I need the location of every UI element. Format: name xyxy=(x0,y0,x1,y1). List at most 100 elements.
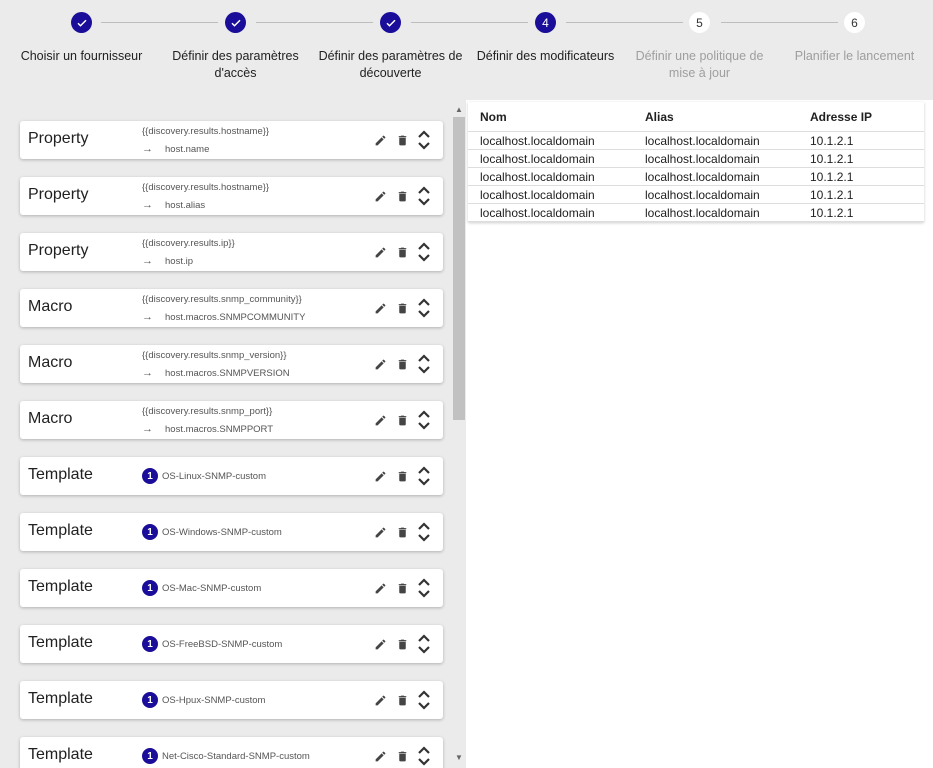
trash-icon[interactable] xyxy=(391,298,413,318)
unfold-icon[interactable] xyxy=(413,298,435,318)
modifier-actions xyxy=(369,690,435,710)
trash-icon[interactable] xyxy=(391,634,413,654)
modifier-card[interactable]: Template 1 OS-Mac-SNMP-custom xyxy=(20,569,443,607)
table-body: localhost.localdomain localhost.localdoma… xyxy=(468,132,924,222)
scroll-down-arrow[interactable]: ▼ xyxy=(455,753,463,762)
table-header: Nom Alias Adresse IP xyxy=(468,102,924,132)
modifier-card[interactable]: Macro {{discovery.results.snmp_community}… xyxy=(20,289,443,327)
unfold-icon[interactable] xyxy=(413,522,435,542)
pencil-icon[interactable] xyxy=(369,746,391,766)
cell-alias: localhost.localdomain xyxy=(645,205,760,220)
unfold-icon[interactable] xyxy=(413,578,435,598)
step-3[interactable]: Définir des paramètres de découverte xyxy=(313,12,468,82)
modifier-card[interactable]: Property {{discovery.results.ip}} → host.ip xyxy=(20,233,443,271)
modifier-card[interactable]: Template 1 OS-Hpux-SNMP-custom xyxy=(20,681,443,719)
modifier-type: Property xyxy=(28,130,89,147)
template-name: Net-Cisco-Standard-SNMP-custom xyxy=(162,750,310,762)
pencil-icon[interactable] xyxy=(369,410,391,430)
modifier-card[interactable]: Template 1 OS-Windows-SNMP-custom xyxy=(20,513,443,551)
step-6[interactable]: 6 Planifier le lancement xyxy=(777,12,932,65)
modifier-template: 1 OS-Linux-SNMP-custom xyxy=(142,468,266,484)
check-icon xyxy=(225,12,246,33)
trash-icon[interactable] xyxy=(391,746,413,766)
modifier-source: {{discovery.results.snmp_community}} xyxy=(142,294,302,305)
pencil-icon[interactable] xyxy=(369,186,391,206)
modifier-card[interactable]: Template 1 OS-Linux-SNMP-custom xyxy=(20,457,443,495)
pencil-icon[interactable] xyxy=(369,354,391,374)
template-name: OS-Hpux-SNMP-custom xyxy=(162,694,266,706)
modifier-type: Template xyxy=(28,746,93,763)
modifier-template: 1 Net-Cisco-Standard-SNMP-custom xyxy=(142,748,310,764)
modifier-card[interactable]: Template 1 OS-FreeBSD-SNMP-custom xyxy=(20,625,443,663)
modifier-actions xyxy=(369,242,435,262)
unfold-icon[interactable] xyxy=(413,410,435,430)
column-header-alias[interactable]: Alias xyxy=(633,110,798,124)
cell-alias: localhost.localdomain xyxy=(645,133,760,148)
unfold-icon[interactable] xyxy=(413,466,435,486)
pencil-icon[interactable] xyxy=(369,578,391,598)
cell-nom: localhost.localdomain xyxy=(480,151,595,166)
modifier-card[interactable]: Property {{discovery.results.hostname}} → h… xyxy=(20,177,443,215)
step-1[interactable]: Choisir un fournisseur xyxy=(4,12,159,65)
unfold-icon[interactable] xyxy=(413,186,435,206)
modifier-list: Property {{discovery.results.hostname}} → h… xyxy=(0,100,466,768)
modifier-template: 1 OS-Windows-SNMP-custom xyxy=(142,524,282,540)
pencil-icon[interactable] xyxy=(369,242,391,262)
pencil-icon[interactable] xyxy=(369,466,391,486)
table-row[interactable]: localhost.localdomain localhost.localdoma… xyxy=(468,204,924,222)
arrow-right-icon: → xyxy=(142,423,153,435)
pencil-icon[interactable] xyxy=(369,634,391,654)
unfold-icon[interactable] xyxy=(413,130,435,150)
modifier-card[interactable]: Property {{discovery.results.hostname}} → h… xyxy=(20,121,443,159)
unfold-icon[interactable] xyxy=(413,242,435,262)
trash-icon[interactable] xyxy=(391,466,413,486)
step-4[interactable]: 4 Définir des modificateurs xyxy=(468,12,623,65)
trash-icon[interactable] xyxy=(391,186,413,206)
trash-icon[interactable] xyxy=(391,522,413,542)
modifier-type: Property xyxy=(28,186,89,203)
trash-icon[interactable] xyxy=(391,690,413,710)
arrow-right-icon: → xyxy=(142,311,153,323)
unfold-icon[interactable] xyxy=(413,634,435,654)
step-5[interactable]: 5 Définir une politique de mise à jour xyxy=(622,12,777,82)
trash-icon[interactable] xyxy=(391,130,413,150)
column-header-nom[interactable]: Nom xyxy=(468,110,633,124)
modifier-card[interactable]: Macro {{discovery.results.snmp_version}} →… xyxy=(20,345,443,383)
scroll-up-arrow[interactable]: ▲ xyxy=(455,105,463,114)
trash-icon[interactable] xyxy=(391,578,413,598)
template-count-badge: 1 xyxy=(142,580,158,596)
modifier-actions xyxy=(369,298,435,318)
modifier-card[interactable]: Macro {{discovery.results.snmp_port}} → hos… xyxy=(20,401,443,439)
modifier-source: {{discovery.results.hostname}} xyxy=(142,182,270,193)
column-header-ip[interactable]: Adresse IP xyxy=(798,110,924,124)
scroll-thumb[interactable] xyxy=(453,117,465,420)
table-row[interactable]: localhost.localdomain localhost.localdoma… xyxy=(468,150,924,168)
trash-icon[interactable] xyxy=(391,242,413,262)
scrollbar[interactable]: ▲ ▼ xyxy=(451,103,466,768)
pencil-icon[interactable] xyxy=(369,298,391,318)
step-2[interactable]: Définir des paramètres d'accès xyxy=(158,12,313,82)
template-count-badge: 1 xyxy=(142,748,158,764)
unfold-icon[interactable] xyxy=(413,690,435,710)
unfold-icon[interactable] xyxy=(413,746,435,766)
table-row[interactable]: localhost.localdomain localhost.localdoma… xyxy=(468,186,924,204)
modifier-target: host.ip xyxy=(165,255,193,267)
step-6-number: 6 xyxy=(844,12,865,33)
pencil-icon[interactable] xyxy=(369,130,391,150)
unfold-icon[interactable] xyxy=(413,354,435,374)
trash-icon[interactable] xyxy=(391,354,413,374)
table-row[interactable]: localhost.localdomain localhost.localdoma… xyxy=(468,132,924,150)
cell-alias: localhost.localdomain xyxy=(645,169,760,184)
table-row[interactable]: localhost.localdomain localhost.localdoma… xyxy=(468,168,924,186)
modifier-card[interactable]: Template 1 Net-Cisco-Standard-SNMP-custom xyxy=(20,737,443,768)
pencil-icon[interactable] xyxy=(369,690,391,710)
pencil-icon[interactable] xyxy=(369,522,391,542)
template-count-badge: 1 xyxy=(142,468,158,484)
modifier-actions xyxy=(369,186,435,206)
check-icon xyxy=(380,12,401,33)
arrow-right-icon: → xyxy=(142,367,153,379)
modifier-actions xyxy=(369,746,435,766)
arrow-right-icon: → xyxy=(142,255,153,267)
arrow-right-icon: → xyxy=(142,143,153,155)
trash-icon[interactable] xyxy=(391,410,413,430)
